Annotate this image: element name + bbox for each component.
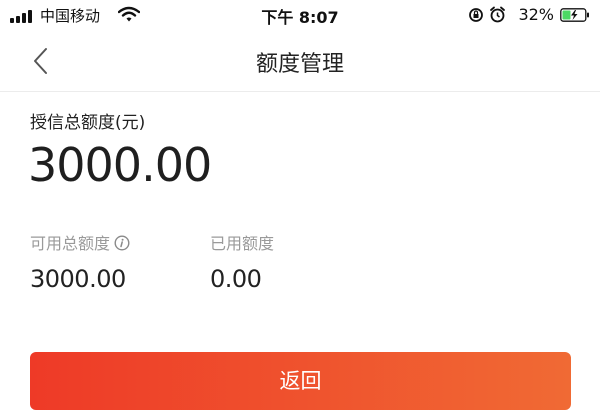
used-credit-amount: 0.00 (210, 265, 262, 293)
page-title: 额度管理 (255, 52, 344, 77)
status-bar: 中国移动 下午 8:07 32% (0, 0, 600, 30)
navigation-bar: 额度管理 (0, 30, 600, 92)
available-credit-label-row: 可用总额度 (30, 230, 130, 254)
available-credit-label: 可用总额度 (30, 234, 111, 253)
battery-percent: 32% (518, 5, 554, 24)
return-button[interactable]: 返回 (30, 352, 571, 410)
available-credit-amount: 3000.00 (30, 265, 126, 293)
rotation-lock-icon (469, 8, 483, 22)
battery-charging-icon (560, 8, 589, 22)
used-credit-label: 已用额度 (210, 234, 275, 253)
alarm-icon (490, 6, 505, 23)
info-icon[interactable] (114, 235, 130, 251)
status-time: 下午 8:07 (261, 8, 339, 27)
total-credit-label: 授信总额度(元) (30, 113, 146, 133)
total-credit-amount: 3000.00 (28, 138, 212, 192)
